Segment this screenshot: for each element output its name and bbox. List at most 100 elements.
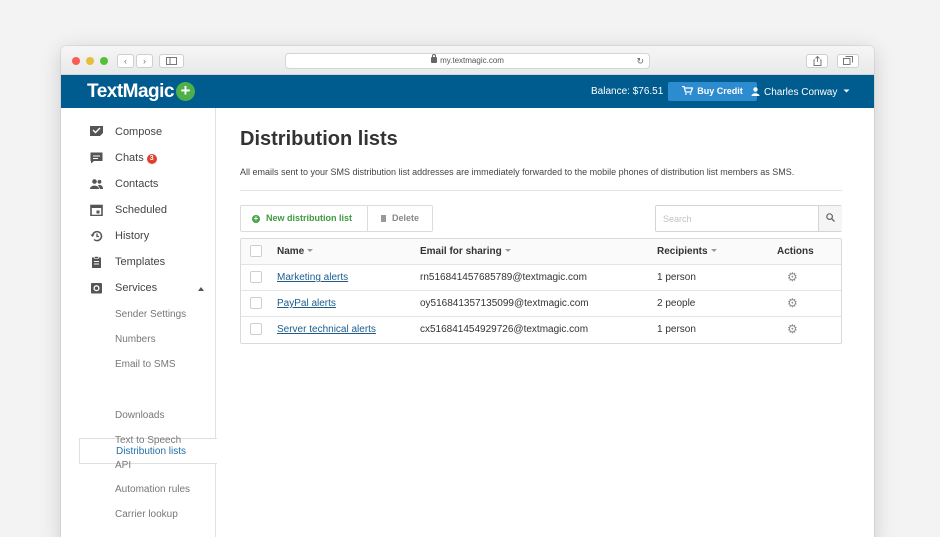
sidebar-item-templates[interactable]: Templates [61, 254, 216, 274]
sub-item-sender-settings[interactable]: Sender Settings [115, 309, 186, 320]
sub-item-carrier-lookup[interactable]: Carrier lookup [115, 509, 178, 520]
list-name-link[interactable]: Marketing alerts [277, 272, 348, 283]
minimize-window-button[interactable] [86, 57, 94, 65]
templates-icon [92, 256, 101, 268]
user-icon [751, 87, 760, 96]
address-bar[interactable]: my.textmagic.com ↻ [285, 53, 650, 69]
sidebar-item-label: Scheduled [115, 204, 167, 216]
sidebar-item-history[interactable]: History [61, 228, 216, 248]
page-title: Distribution lists [240, 128, 398, 150]
browser-toolbar: ‹ › my.textmagic.com ↻ [61, 46, 874, 75]
close-window-button[interactable] [72, 57, 80, 65]
services-icon [91, 283, 102, 294]
sidebar-item-label: Chats 3 [115, 152, 157, 164]
search-input[interactable] [656, 206, 818, 231]
cart-icon [682, 85, 694, 95]
url-text: my.textmagic.com [440, 56, 504, 65]
calendar-icon [90, 204, 103, 216]
column-label: Recipients [657, 246, 708, 257]
user-name: Charles Conway [764, 87, 838, 98]
new-distribution-list-button[interactable]: + New distribution list [241, 206, 368, 231]
chevron-down-icon [843, 89, 850, 93]
column-header-recipients[interactable]: Recipients [657, 246, 717, 257]
row-checkbox[interactable] [250, 297, 262, 309]
quick-add-button[interactable]: + [176, 82, 195, 101]
sidebar: Compose Chats 3 Contacts Scheduled Histor… [61, 108, 217, 537]
textmagic-logo[interactable]: TextMagic [87, 81, 175, 103]
share-icon [813, 55, 821, 66]
table-row: Marketing alerts rn516841457685789@textm… [241, 265, 841, 291]
select-all-checkbox[interactable] [250, 245, 262, 257]
balance-label: Balance: $76.51 [591, 86, 664, 97]
sidebar-item-services[interactable]: Services [61, 280, 216, 300]
collapse-caret-icon[interactable] [198, 287, 204, 291]
column-label: Email for sharing [420, 246, 502, 257]
tabs-button[interactable] [837, 54, 859, 68]
gear-icon[interactable]: ⚙ [787, 322, 798, 336]
row-checkbox[interactable] [250, 323, 262, 335]
list-name-link[interactable]: Server technical alerts [277, 324, 376, 335]
buy-credit-button[interactable]: Buy Credit [668, 82, 757, 101]
page-description: All emails sent to your SMS distribution… [240, 167, 795, 177]
divider [240, 190, 842, 191]
column-header-name[interactable]: Name [277, 246, 314, 257]
share-button[interactable] [806, 54, 828, 68]
sidebar-item-chats[interactable]: Chats 3 [61, 150, 216, 170]
back-button[interactable]: ‹ [117, 54, 134, 68]
search-icon [826, 213, 835, 222]
contacts-icon [90, 179, 103, 189]
sidebar-toggle-button[interactable] [159, 54, 184, 68]
list-name-link[interactable]: PayPal alerts [277, 298, 336, 309]
forward-button[interactable]: › [136, 54, 153, 68]
search-box [655, 205, 842, 232]
reload-icon[interactable]: ↻ [636, 54, 644, 68]
gear-icon[interactable]: ⚙ [787, 296, 798, 310]
browser-window: ‹ › my.textmagic.com ↻ TextMagic + Balan… [61, 46, 874, 537]
sidebar-item-label: Compose [115, 126, 163, 138]
compose-icon [90, 126, 103, 136]
plus-icon: + [252, 214, 260, 223]
list-toolbar: + New distribution list Delete [240, 205, 433, 232]
sidebar-item-label: Contacts [115, 178, 159, 190]
sub-item-numbers[interactable]: Numbers [115, 334, 156, 345]
table-header-row: Name Email for sharing Recipients Action… [241, 239, 841, 265]
sidebar-item-contacts[interactable]: Contacts [61, 176, 216, 196]
table-row: Server technical alerts cx51684145492972… [241, 317, 841, 343]
table-row: PayPal alerts oy516841357135099@textmagi… [241, 291, 841, 317]
sub-item-label: Distribution lists [116, 446, 187, 457]
column-label: Name [277, 246, 305, 257]
sort-caret-icon [307, 249, 314, 252]
chat-icon [90, 152, 103, 164]
sort-caret-icon [504, 249, 511, 252]
sidebar-item-scheduled[interactable]: Scheduled [61, 202, 216, 222]
delete-button-label: Delete [392, 213, 420, 223]
new-button-label: New distribution list [266, 213, 353, 223]
list-recipients: 2 people [657, 298, 696, 309]
search-button[interactable] [818, 206, 842, 231]
gear-icon[interactable]: ⚙ [787, 270, 798, 284]
app-header: TextMagic + Balance: $76.51 Buy Credit C… [61, 75, 874, 108]
history-icon [90, 230, 103, 242]
sub-item-api[interactable]: API [115, 460, 131, 471]
sub-item-automation-rules[interactable]: Automation rules [115, 484, 190, 495]
column-header-email[interactable]: Email for sharing [420, 246, 511, 257]
lock-icon [431, 54, 438, 63]
list-email: oy516841357135099@textmagic.com [420, 298, 589, 309]
sort-caret-icon [710, 249, 717, 252]
tabs-icon [843, 56, 853, 65]
trash-icon [381, 215, 386, 222]
sub-item-email-to-sms[interactable]: Email to SMS [115, 359, 176, 370]
list-email: cx516841454929726@textmagic.com [420, 324, 589, 335]
sidebar-item-compose[interactable]: Compose [61, 124, 216, 144]
list-recipients: 1 person [657, 324, 696, 335]
zoom-window-button[interactable] [100, 57, 108, 65]
sidebar-item-label: Templates [115, 256, 166, 268]
row-checkbox[interactable] [250, 271, 262, 283]
sub-item-downloads[interactable]: Downloads [115, 410, 164, 421]
user-menu[interactable]: Charles Conway [751, 86, 850, 98]
sidebar-item-label: History [115, 230, 150, 242]
sub-item-text-to-speech[interactable]: Text to Speech [115, 435, 181, 446]
column-header-actions: Actions [777, 246, 814, 257]
delete-button[interactable]: Delete [368, 206, 434, 231]
list-email: rn516841457685789@textmagic.com [420, 272, 587, 283]
